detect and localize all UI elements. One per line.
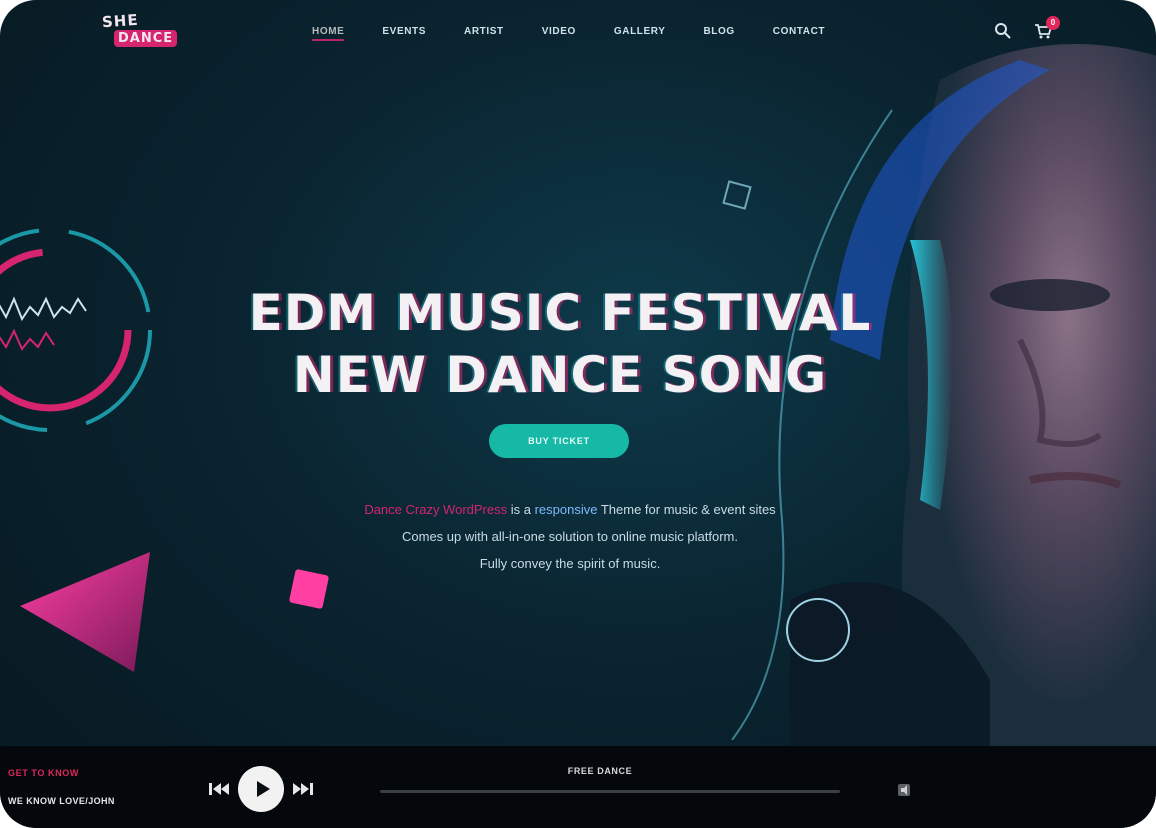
nav-item-gallery[interactable]: GALLERY [614,24,666,41]
hero-desc-brand: Dance Crazy WordPress [364,502,508,517]
nav-item-home[interactable]: HOME [312,24,345,41]
hero-description: Dance Crazy WordPress is a responsive Th… [240,496,900,577]
next-track-icon[interactable] [292,782,314,801]
music-player-bar: GET TO KNOW WE KNOW LOVE/JOHN FREE DANCE [0,746,1156,828]
main-nav: HOME EVENTS ARTIST VIDEO GALLERY BLOG CO… [312,24,863,41]
track-title: FREE DANCE [567,766,633,776]
site-header: SHE DANCE HOME EVENTS ARTIST VIDEO GALLE… [0,0,1156,64]
triangle-decoration [20,552,150,672]
site-logo[interactable]: SHE DANCE [96,8,182,58]
buy-ticket-button[interactable]: BUY TICKET [489,424,629,458]
hero-desc-line2: Comes up with all-in-one solution to onl… [402,529,738,544]
nav-item-artist[interactable]: ARTIST [464,24,504,41]
play-icon [257,781,270,797]
now-playing-label: GET TO KNOW [8,768,79,778]
nav-item-blog[interactable]: BLOG [703,24,734,41]
track-progress-bar[interactable] [380,790,840,793]
cart-count-badge: 0 [1046,16,1060,30]
nav-item-events[interactable]: EVENTS [382,24,426,41]
hero-title-line1: EDM MUSIC FESTIVAL [248,284,872,342]
logo-text-top: SHE [101,10,140,32]
hero-desc-line3: Fully convey the spirit of music. [479,556,661,571]
nav-item-video[interactable]: VIDEO [542,24,576,41]
equalizer-circle-decoration [0,228,152,432]
hero-desc-line1: Dance Crazy WordPress is a responsive Th… [364,502,776,517]
nav-item-contact[interactable]: CONTACT [773,24,825,41]
logo-text-bottom: DANCE [114,30,178,47]
header-actions: 0 [994,16,1060,40]
now-playing-artist: WE KNOW LOVE/JOHN [8,796,115,806]
hero-title-line2: NEW DANCE SONG [292,346,828,404]
hero-title: EDM MUSIC FESTIVAL NEW DANCE SONG [180,282,940,406]
search-icon[interactable] [994,22,1012,40]
play-button[interactable] [238,766,284,812]
app-window: SHE DANCE HOME EVENTS ARTIST VIDEO GALLE… [0,0,1156,828]
curve-line-decoration [731,109,893,740]
hero-desc-link[interactable]: responsive [535,502,598,517]
previous-track-icon[interactable] [208,782,230,801]
cart-icon[interactable]: 0 [1034,16,1060,40]
volume-icon[interactable] [896,782,912,798]
